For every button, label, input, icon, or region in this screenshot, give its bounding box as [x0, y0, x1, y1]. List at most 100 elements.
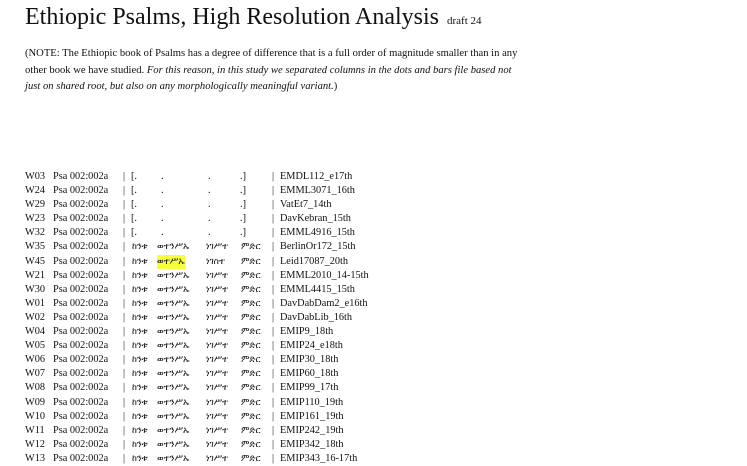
separator-bar: | — [272, 396, 275, 408]
manuscript-id: DavDabLib_16th — [280, 311, 353, 323]
ethiopic-word: ነገሥተ — [206, 327, 229, 338]
manuscript-id: EMIP343_16-17th — [280, 452, 358, 464]
manuscript-id: EMIP110_19th — [280, 396, 344, 408]
collation-row: W01 Psa 002:002a | ከንቱ ወተንሥኡ ነገሥተ ምድር | DavDabDa… — [25, 297, 725, 311]
lacuna-close-mark: .] — [240, 199, 247, 211]
draft-label: draft 24 — [447, 15, 482, 27]
verse-reference: Psa 002:002a — [53, 241, 109, 253]
lacuna-dot: . — [161, 171, 164, 182]
verse-reference: Psa 002:002a — [53, 452, 109, 464]
separator-bar: | — [272, 311, 275, 323]
manuscript-id: Leid17087_20th — [280, 255, 349, 267]
lacuna-dot: . — [161, 199, 164, 211]
collation-row: W29 Psa 002:002a | [....] | VatEt7_14th — [25, 198, 725, 212]
lacuna-dot: . — [208, 227, 211, 239]
manuscript-id: EMIP60_18th — [280, 368, 339, 380]
separator-bar: | — [272, 452, 275, 464]
ethiopic-word: ከንቱ — [132, 397, 148, 408]
witness-siglum: W10 — [25, 410, 46, 422]
ethiopic-word: ከንቱ — [132, 383, 148, 394]
lacuna-dot: . — [161, 227, 164, 239]
ethiopic-word: ነገሥተ — [206, 425, 229, 436]
ethiopic-word: ከንቱ — [132, 369, 148, 380]
ethiopic-word: ነገሥተ — [206, 369, 229, 380]
ethiopic-word: ወተንሥኡ — [157, 425, 190, 436]
collation-row: W45 Psa 002:002a | ከንቱ ወተሥኡ ነገስተ ምድር | Leid17087… — [25, 254, 725, 269]
ethiopic-word: ከንቱ — [132, 312, 148, 323]
witness-siglum: W05 — [25, 340, 46, 352]
separator-bar: | — [272, 368, 275, 380]
separator-bar: | — [123, 452, 126, 464]
verse-reference: Psa 002:002a — [53, 396, 109, 408]
ethiopic-word: ወተንሥኡ — [157, 453, 190, 464]
collation-row: W35 Psa 002:002a | ከንቱ ወተንሥኡ ነገሥተ ምድር | BerlinOr… — [25, 240, 725, 254]
ethiopic-word: ምድር — [241, 439, 261, 450]
ethiopic-word: ነገሥተ — [206, 453, 229, 464]
witness-siglum: W02 — [25, 311, 46, 323]
separator-bar: | — [272, 283, 275, 295]
collation-row: W12 Psa 002:002a | ከንቱ ወተንሥኡ ነገሥተ ምድር | EMIP342_… — [25, 438, 725, 452]
manuscript-id: DavKebran_15th — [280, 213, 351, 225]
witness-siglum: W06 — [25, 354, 46, 366]
ethiopic-word: ነገሥተ — [206, 312, 229, 323]
separator-bar: | — [272, 326, 275, 338]
separator-bar: | — [123, 297, 126, 309]
witness-siglum: W32 — [25, 227, 46, 239]
verse-reference: Psa 002:002a — [53, 354, 109, 366]
lacuna-dot: . — [208, 213, 211, 225]
manuscript-id: EMML4415_15th — [280, 283, 355, 295]
highlighted-variant: ወተሥኡ — [157, 254, 185, 269]
collation-row: W03 Psa 002:002a | [....] | EMDL112_e17th — [25, 170, 725, 184]
collation-row: W21 Psa 002:002a | ከንቱ ወተንሥኡ ነገሥተ ምድር | EMML2010… — [25, 269, 725, 283]
note-paragraph: (NOTE: The Ethiopic book of Psalms has a… — [25, 46, 525, 96]
ethiopic-word: ከንቱ — [132, 453, 148, 464]
separator-bar: | — [123, 213, 126, 225]
separator-bar: | — [272, 438, 275, 450]
witness-siglum: W07 — [25, 368, 46, 380]
ethiopic-word: ምድር — [241, 341, 261, 352]
ethiopic-word: ወተንሥኡ — [157, 327, 190, 338]
separator-bar: | — [123, 199, 126, 211]
ethiopic-word: ከንቱ — [132, 298, 148, 309]
ethiopic-word: ከንቱ — [132, 270, 148, 281]
lacuna-dot: . — [161, 213, 164, 225]
ethiopic-word: ነገሥተ — [206, 411, 229, 422]
separator-bar: | — [272, 269, 275, 281]
lacuna-dot: . — [208, 199, 211, 211]
ethiopic-word: ከንቱ — [132, 411, 148, 422]
page-title: Ethiopic Psalms, High Resolution Analysi… — [25, 4, 482, 31]
verse-reference: Psa 002:002a — [53, 297, 109, 309]
manuscript-id: EMIP99_17th — [280, 382, 339, 394]
ethiopic-word: ወተንሥኡ — [157, 439, 190, 450]
ethiopic-word: ከንቱ — [132, 341, 148, 352]
separator-bar: | — [272, 255, 275, 267]
ethiopic-word: ወተንሥኡ — [157, 298, 190, 309]
ethiopic-word: ወተንሥኡ — [157, 341, 190, 352]
ethiopic-word: ምድር — [241, 369, 261, 380]
separator-bar: | — [123, 269, 126, 281]
witness-siglum: W04 — [25, 326, 46, 338]
separator-bar: | — [123, 326, 126, 338]
witness-siglum: W21 — [25, 269, 46, 281]
separator-bar: | — [123, 311, 126, 323]
lacuna-open-mark: [. — [131, 185, 138, 197]
verse-reference: Psa 002:002a — [53, 269, 109, 281]
separator-bar: | — [272, 410, 275, 422]
witness-siglum: W45 — [25, 255, 46, 267]
separator-bar: | — [123, 171, 126, 182]
ethiopic-word: ወተንሥኡ — [157, 411, 190, 422]
separator-bar: | — [123, 283, 126, 295]
manuscript-id: EMIP242_19th — [280, 424, 344, 436]
lacuna-open-mark: [. — [131, 213, 138, 225]
ethiopic-word: ነገሥተ — [206, 341, 229, 352]
collation-row: W07 Psa 002:002a | ከንቱ ወተንሥኡ ነገሥተ ምድር | EMIP60_1… — [25, 367, 725, 381]
manuscript-id: EMIP9_18th — [280, 326, 334, 338]
ethiopic-word: ነገሥተ — [206, 270, 229, 281]
separator-bar: | — [272, 241, 275, 253]
separator-bar: | — [272, 340, 275, 352]
manuscript-id: EMDL112_e17th — [280, 171, 353, 182]
ethiopic-word: ወተንሥኡ — [157, 312, 190, 323]
ethiopic-word: ከንቱ — [132, 327, 148, 338]
collation-row: W05 Psa 002:002a | ከንቱ ወተንሥኡ ነገሥተ ምድር | EMIP24_e… — [25, 339, 725, 353]
ethiopic-word: ምድር — [241, 284, 261, 295]
